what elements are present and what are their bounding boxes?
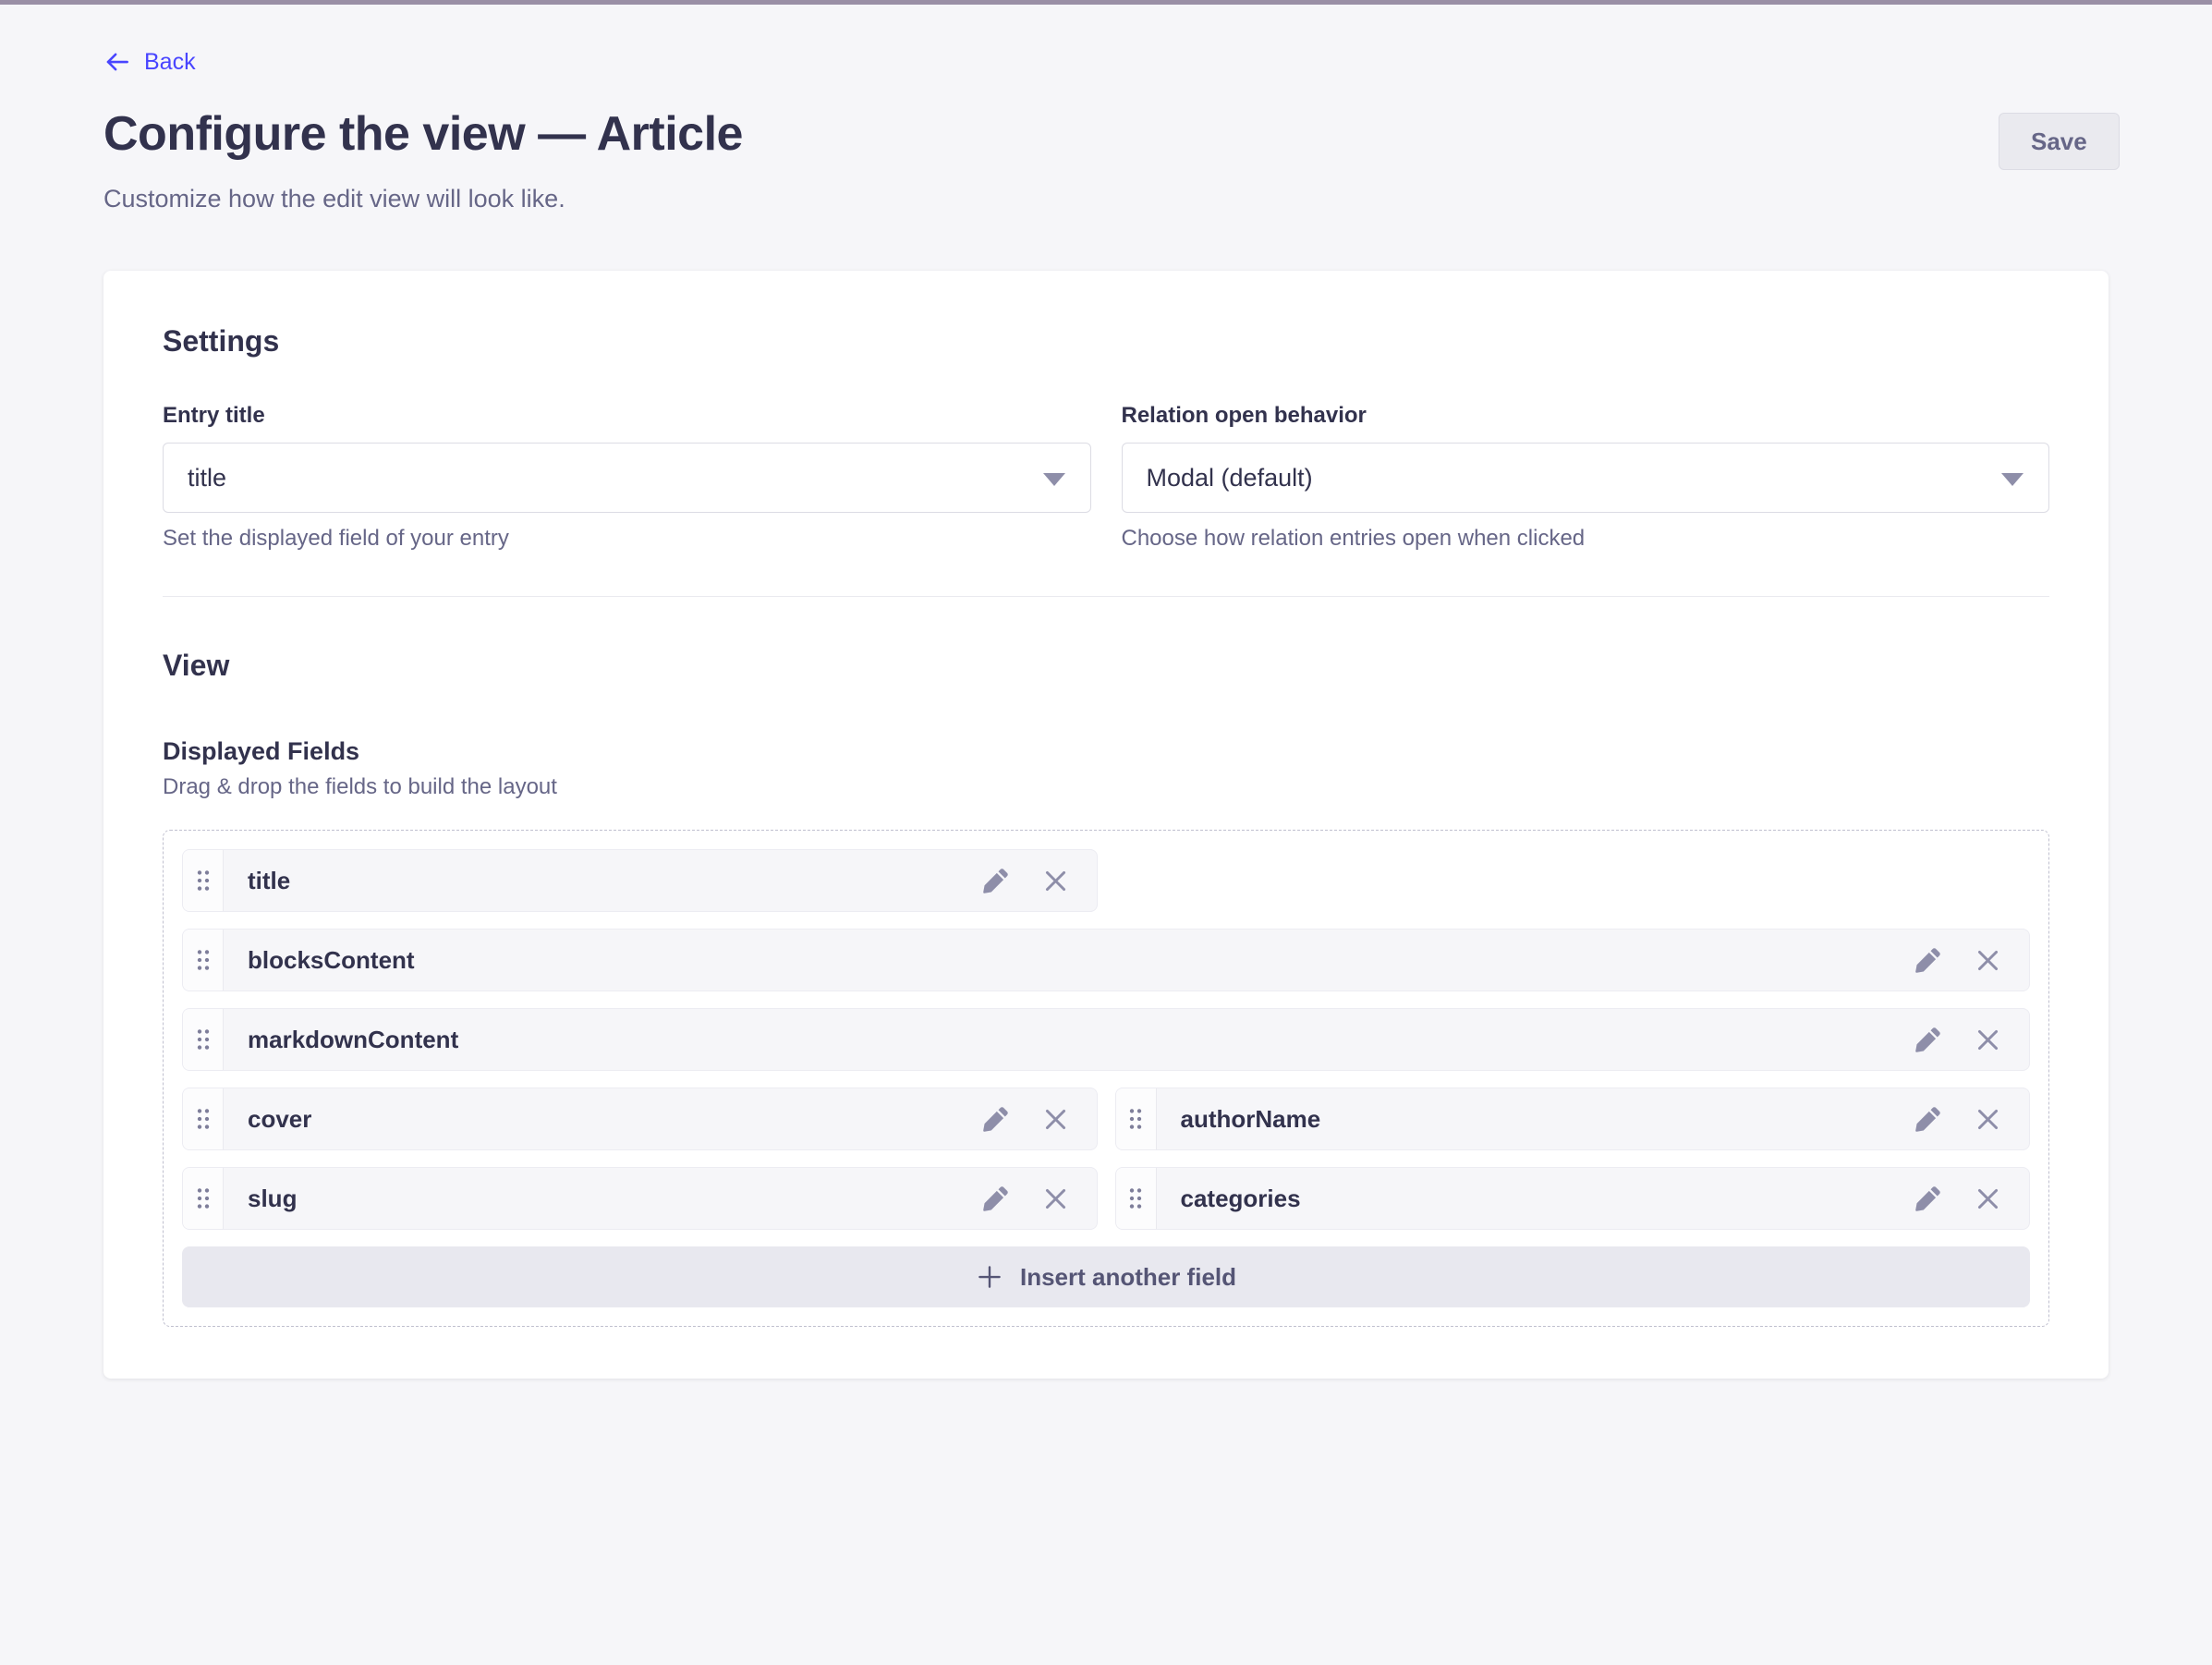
- remove-field-button[interactable]: [1042, 868, 1069, 894]
- back-arrow-icon: [103, 48, 131, 76]
- drag-handle-icon: [196, 1027, 211, 1051]
- pencil-icon: [1914, 1185, 1941, 1212]
- close-icon: [1975, 1027, 2001, 1053]
- drag-handle[interactable]: [183, 1088, 224, 1149]
- drag-handle[interactable]: [183, 1009, 224, 1070]
- remove-field-button[interactable]: [1975, 1027, 2001, 1053]
- edit-field-button[interactable]: [1914, 1106, 1941, 1133]
- drag-handle-icon: [1128, 1186, 1143, 1210]
- pencil-icon: [982, 1185, 1009, 1212]
- field-card-authorName: authorName: [1115, 1088, 2031, 1150]
- drag-handle-icon: [196, 1186, 211, 1210]
- close-icon: [1975, 1106, 2001, 1133]
- insert-field-label: Insert another field: [1020, 1263, 1236, 1292]
- edit-field-button[interactable]: [1914, 947, 1941, 974]
- entry-title-label: Entry title: [163, 402, 1091, 430]
- close-icon: [1975, 1185, 2001, 1212]
- relation-behavior-value: Modal (default): [1147, 464, 1313, 492]
- back-link[interactable]: Back: [103, 48, 196, 76]
- field-card-categories: categories: [1115, 1167, 2031, 1230]
- field-actions: [982, 1168, 1097, 1229]
- drag-handle[interactable]: [1116, 1088, 1157, 1149]
- relation-behavior-label: Relation open behavior: [1122, 402, 2050, 430]
- edit-field-button[interactable]: [982, 1185, 1009, 1212]
- pencil-icon: [1914, 1027, 1941, 1053]
- remove-field-button[interactable]: [1042, 1106, 1069, 1133]
- fields-drop-zone: title: [163, 830, 2049, 1327]
- edit-field-button[interactable]: [1914, 1027, 1941, 1053]
- caret-down-icon: [1043, 473, 1065, 486]
- field-card-blocksContent: blocksContent: [182, 929, 2030, 991]
- caret-down-icon: [2001, 473, 2024, 486]
- pencil-icon: [1914, 1106, 1941, 1133]
- field-name: categories: [1157, 1168, 1915, 1229]
- field-actions: [1914, 1168, 2029, 1229]
- settings-card: Settings Entry title title Set the displ…: [103, 271, 2109, 1379]
- close-icon: [1042, 1106, 1069, 1133]
- drag-handle-icon: [196, 948, 211, 972]
- insert-field-button[interactable]: Insert another field: [182, 1246, 2030, 1307]
- view-heading: View: [163, 647, 2049, 684]
- configure-view-page: Back Save Configure the view — Article C…: [0, 5, 2212, 1379]
- pencil-icon: [1914, 947, 1941, 974]
- field-actions: [982, 850, 1097, 911]
- page-title: Configure the view — Article: [103, 104, 2109, 164]
- field-actions: [1914, 1088, 2029, 1149]
- field-actions: [982, 1088, 1097, 1149]
- field-name: blocksContent: [224, 930, 1914, 990]
- drag-handle[interactable]: [183, 1168, 224, 1229]
- drag-handle-icon: [196, 1107, 211, 1131]
- edit-field-button[interactable]: [1914, 1185, 1941, 1212]
- field-name: markdownContent: [224, 1009, 1914, 1070]
- field-card-markdownContent: markdownContent: [182, 1008, 2030, 1071]
- remove-field-button[interactable]: [1975, 1185, 2001, 1212]
- relation-behavior-select[interactable]: Modal (default): [1122, 443, 2050, 513]
- relation-behavior-hint: Choose how relation entries open when cl…: [1122, 524, 2050, 553]
- edit-field-button[interactable]: [982, 1106, 1009, 1133]
- field-card-cover: cover: [182, 1088, 1098, 1150]
- settings-form: Entry title title Set the displayed fiel…: [163, 402, 2049, 553]
- remove-field-button[interactable]: [1975, 947, 2001, 974]
- remove-field-button[interactable]: [1042, 1185, 1069, 1212]
- save-button[interactable]: Save: [1999, 113, 2120, 170]
- field-actions: [1914, 930, 2029, 990]
- field-name: authorName: [1157, 1088, 1915, 1149]
- section-divider: [163, 596, 2049, 597]
- close-icon: [1042, 1185, 1069, 1212]
- page-subtitle: Customize how the edit view will look li…: [103, 182, 2109, 215]
- drag-handle[interactable]: [1116, 1168, 1157, 1229]
- pencil-icon: [982, 1106, 1009, 1133]
- pencil-icon: [982, 868, 1009, 894]
- drag-handle-icon: [196, 869, 211, 893]
- displayed-fields-label: Displayed Fields: [163, 735, 2049, 767]
- entry-title-select[interactable]: title: [163, 443, 1091, 513]
- settings-heading: Settings: [163, 322, 2049, 359]
- back-label: Back: [144, 49, 196, 76]
- entry-title-value: title: [188, 464, 226, 492]
- drag-handle[interactable]: [183, 850, 224, 911]
- field-actions: [1914, 1009, 2029, 1070]
- edit-field-button[interactable]: [982, 868, 1009, 894]
- entry-title-hint: Set the displayed field of your entry: [163, 524, 1091, 553]
- close-icon: [1975, 947, 2001, 974]
- plus-icon: [976, 1263, 1003, 1291]
- field-name: cover: [224, 1088, 982, 1149]
- entry-title-field: Entry title title Set the displayed fiel…: [163, 402, 1091, 553]
- field-name: title: [224, 850, 982, 911]
- displayed-fields-hint: Drag & drop the fields to build the layo…: [163, 772, 2049, 802]
- drag-handle[interactable]: [183, 930, 224, 990]
- field-card-title: title: [182, 849, 1098, 912]
- close-icon: [1042, 868, 1069, 894]
- relation-behavior-field: Relation open behavior Modal (default) C…: [1122, 402, 2050, 553]
- field-card-slug: slug: [182, 1167, 1098, 1230]
- drag-handle-icon: [1128, 1107, 1143, 1131]
- remove-field-button[interactable]: [1975, 1106, 2001, 1133]
- fields-grid: title: [182, 849, 2030, 1307]
- field-name: slug: [224, 1168, 982, 1229]
